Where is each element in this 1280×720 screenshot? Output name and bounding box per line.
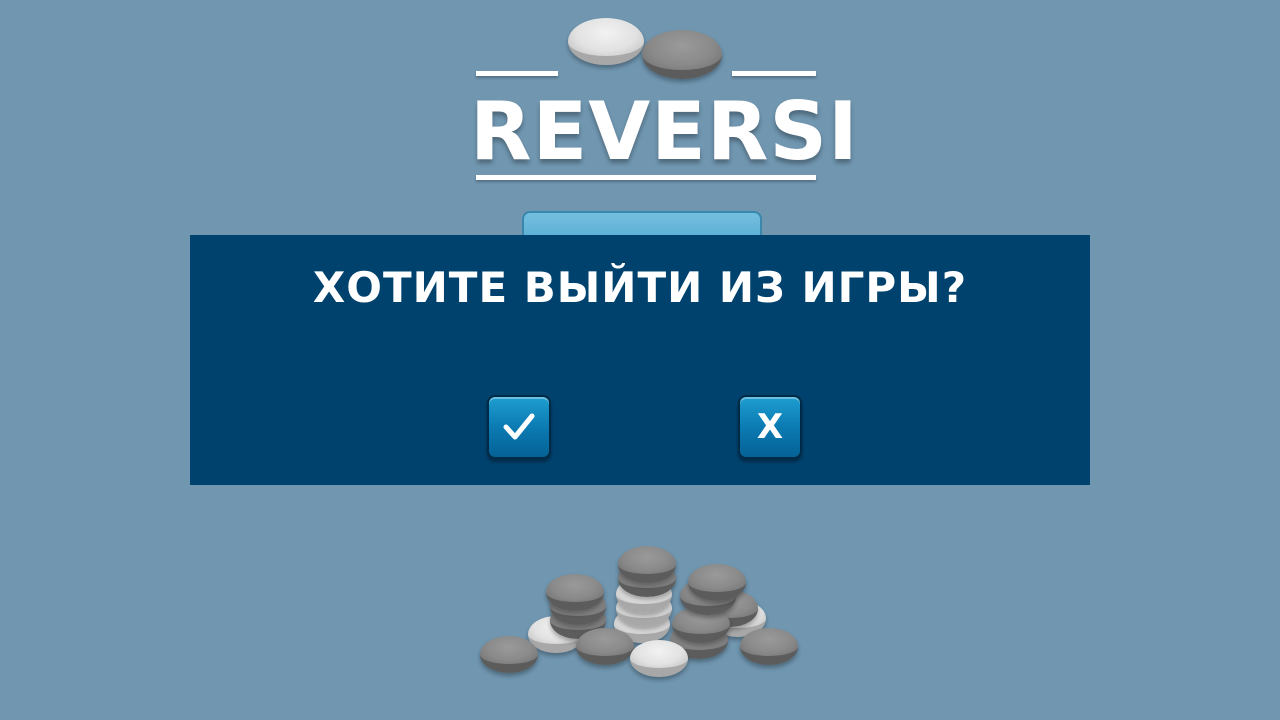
checkmark-icon [503,413,535,440]
exit-dialog: ХОТИТЕ ВЫЙТИ ИЗ ИГРЫ? X [190,235,1090,485]
coin-pile [470,540,810,700]
logo-gray-coin [642,30,722,79]
pile-coin [576,628,634,665]
pile-coin [688,564,746,601]
cancel-label: X [756,407,784,447]
logo-white-coin [568,18,644,65]
pile-coin [480,636,538,673]
pile-coin [618,546,676,583]
pile-coin [630,640,688,677]
confirm-exit-button[interactable] [487,395,551,459]
logo-line-top-left [476,71,558,76]
logo-line-bottom [476,175,816,180]
logo-title: REVERSI [470,85,859,178]
cancel-exit-button[interactable]: X [738,395,802,459]
pile-coin [740,628,798,665]
game-logo: REVERSI [470,10,859,190]
pile-coin [546,574,604,611]
dialog-title: ХОТИТЕ ВЫЙТИ ИЗ ИГРЫ? [312,263,968,312]
logo-line-top-right [732,71,816,76]
